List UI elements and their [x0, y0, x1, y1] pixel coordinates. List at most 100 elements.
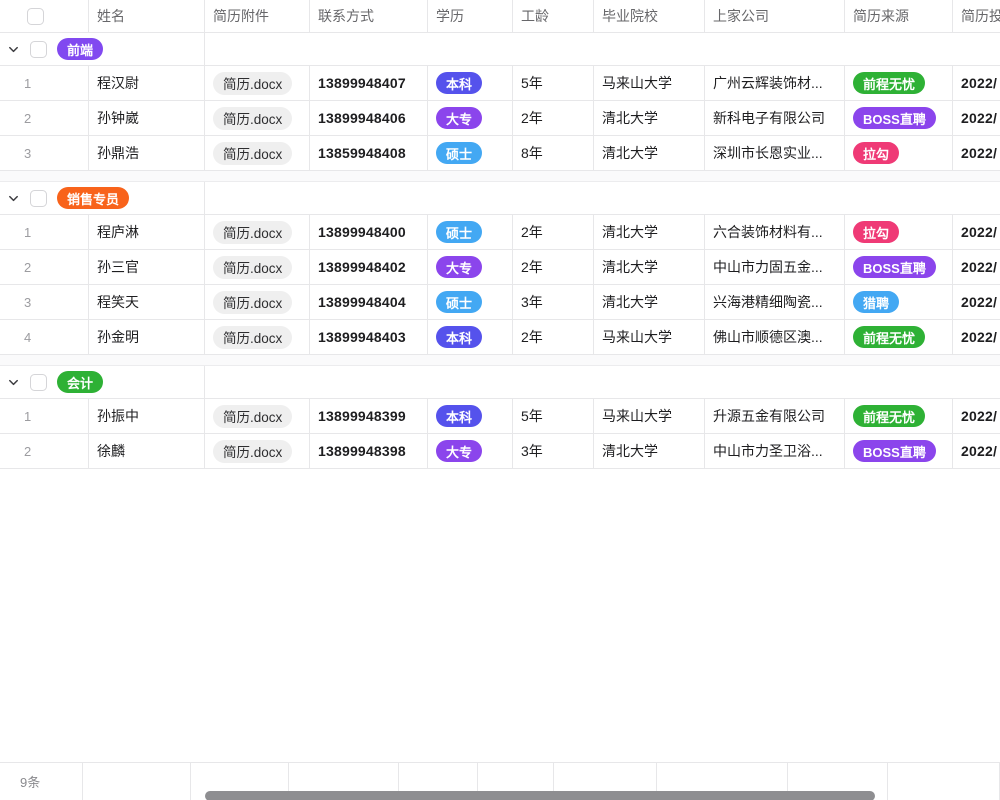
years-cell[interactable]: 5年: [513, 66, 594, 100]
source-cell[interactable]: 前程无忧: [845, 66, 953, 100]
school-cell[interactable]: 马来山大学: [594, 66, 705, 100]
source-cell[interactable]: 前程无忧: [845, 399, 953, 433]
attachment-cell[interactable]: 简历.docx: [205, 250, 310, 284]
row-index-cell[interactable]: 1: [0, 215, 89, 249]
phone-cell[interactable]: 13899948403: [310, 320, 428, 354]
date-cell[interactable]: 2022/: [953, 215, 1000, 249]
date-cell[interactable]: 2022/: [953, 136, 1000, 170]
select-all-checkbox[interactable]: [27, 8, 44, 25]
date-cell[interactable]: 2022/: [953, 399, 1000, 433]
column-header-school[interactable]: 毕业院校: [594, 0, 705, 32]
name-cell[interactable]: 孙金明: [89, 320, 205, 354]
name-cell[interactable]: 徐麟: [89, 434, 205, 468]
company-cell[interactable]: 六合装饰材料有...: [705, 215, 845, 249]
name-cell[interactable]: 孙三官: [89, 250, 205, 284]
years-cell[interactable]: 3年: [513, 434, 594, 468]
source-cell[interactable]: 猎聘: [845, 285, 953, 319]
source-cell[interactable]: 前程无忧: [845, 320, 953, 354]
phone-cell[interactable]: 13899948402: [310, 250, 428, 284]
row-index-cell[interactable]: 3: [0, 285, 89, 319]
company-cell[interactable]: 深圳市长恩实业...: [705, 136, 845, 170]
attachment-cell[interactable]: 简历.docx: [205, 320, 310, 354]
name-cell[interactable]: 孙振中: [89, 399, 205, 433]
years-cell[interactable]: 5年: [513, 399, 594, 433]
company-cell[interactable]: 佛山市顺德区澳...: [705, 320, 845, 354]
years-cell[interactable]: 2年: [513, 215, 594, 249]
attachment-chip[interactable]: 简历.docx: [213, 256, 292, 279]
row-index-cell[interactable]: 2: [0, 101, 89, 135]
years-cell[interactable]: 2年: [513, 250, 594, 284]
row-index-cell[interactable]: 2: [0, 434, 89, 468]
column-header-phone[interactable]: 联系方式: [310, 0, 428, 32]
attachment-chip[interactable]: 简历.docx: [213, 72, 292, 95]
date-cell[interactable]: 2022/: [953, 320, 1000, 354]
phone-cell[interactable]: 13899948398: [310, 434, 428, 468]
date-cell[interactable]: 2022/: [953, 66, 1000, 100]
group-badge[interactable]: 前端: [57, 38, 103, 60]
column-header-years[interactable]: 工龄: [513, 0, 594, 32]
attachment-chip[interactable]: 简历.docx: [213, 221, 292, 244]
education-cell[interactable]: 本科: [428, 66, 513, 100]
column-header-source[interactable]: 简历来源: [845, 0, 953, 32]
company-cell[interactable]: 兴海港精细陶瓷...: [705, 285, 845, 319]
column-header-attachment[interactable]: 简历附件: [205, 0, 310, 32]
education-cell[interactable]: 硕士: [428, 136, 513, 170]
education-cell[interactable]: 硕士: [428, 285, 513, 319]
source-cell[interactable]: BOSS直聘: [845, 101, 953, 135]
education-cell[interactable]: 本科: [428, 399, 513, 433]
name-cell[interactable]: 孙鼎浩: [89, 136, 205, 170]
phone-cell[interactable]: 13899948406: [310, 101, 428, 135]
row-index-cell[interactable]: 4: [0, 320, 89, 354]
chevron-down-icon[interactable]: [7, 376, 20, 389]
attachment-chip[interactable]: 简历.docx: [213, 107, 292, 130]
company-cell[interactable]: 中山市力圣卫浴...: [705, 434, 845, 468]
column-header-name[interactable]: 姓名: [89, 0, 205, 32]
school-cell[interactable]: 清北大学: [594, 101, 705, 135]
phone-cell[interactable]: 13899948399: [310, 399, 428, 433]
education-cell[interactable]: 本科: [428, 320, 513, 354]
attachment-cell[interactable]: 简历.docx: [205, 285, 310, 319]
group-checkbox[interactable]: [30, 41, 47, 58]
group-badge[interactable]: 会计: [57, 371, 103, 393]
chevron-down-icon[interactable]: [7, 192, 20, 205]
education-cell[interactable]: 大专: [428, 101, 513, 135]
group-checkbox[interactable]: [30, 374, 47, 391]
company-cell[interactable]: 广州云辉装饰材...: [705, 66, 845, 100]
source-cell[interactable]: BOSS直聘: [845, 434, 953, 468]
attachment-chip[interactable]: 简历.docx: [213, 291, 292, 314]
years-cell[interactable]: 2年: [513, 320, 594, 354]
chevron-down-icon[interactable]: [7, 43, 20, 56]
column-header-education[interactable]: 学历: [428, 0, 513, 32]
name-cell[interactable]: 孙钟崴: [89, 101, 205, 135]
school-cell[interactable]: 清北大学: [594, 285, 705, 319]
column-header-date[interactable]: 简历投递日期: [953, 0, 1000, 32]
attachment-chip[interactable]: 简历.docx: [213, 326, 292, 349]
attachment-cell[interactable]: 简历.docx: [205, 399, 310, 433]
education-cell[interactable]: 硕士: [428, 215, 513, 249]
attachment-cell[interactable]: 简历.docx: [205, 215, 310, 249]
years-cell[interactable]: 3年: [513, 285, 594, 319]
date-cell[interactable]: 2022/: [953, 250, 1000, 284]
school-cell[interactable]: 清北大学: [594, 434, 705, 468]
horizontal-scrollbar[interactable]: [205, 791, 875, 800]
school-cell[interactable]: 马来山大学: [594, 399, 705, 433]
attachment-chip[interactable]: 简历.docx: [213, 405, 292, 428]
name-cell[interactable]: 程庐淋: [89, 215, 205, 249]
company-cell[interactable]: 升源五金有限公司: [705, 399, 845, 433]
source-cell[interactable]: 拉勾: [845, 215, 953, 249]
education-cell[interactable]: 大专: [428, 250, 513, 284]
phone-cell[interactable]: 13899948400: [310, 215, 428, 249]
attachment-chip[interactable]: 简历.docx: [213, 440, 292, 463]
group-badge[interactable]: 销售专员: [57, 187, 129, 209]
source-cell[interactable]: BOSS直聘: [845, 250, 953, 284]
name-cell[interactable]: 程汉尉: [89, 66, 205, 100]
phone-cell[interactable]: 13899948407: [310, 66, 428, 100]
attachment-cell[interactable]: 简历.docx: [205, 66, 310, 100]
school-cell[interactable]: 清北大学: [594, 250, 705, 284]
group-checkbox[interactable]: [30, 190, 47, 207]
school-cell[interactable]: 马来山大学: [594, 320, 705, 354]
name-cell[interactable]: 程笑天: [89, 285, 205, 319]
attachment-cell[interactable]: 简历.docx: [205, 136, 310, 170]
date-cell[interactable]: 2022/: [953, 101, 1000, 135]
years-cell[interactable]: 8年: [513, 136, 594, 170]
